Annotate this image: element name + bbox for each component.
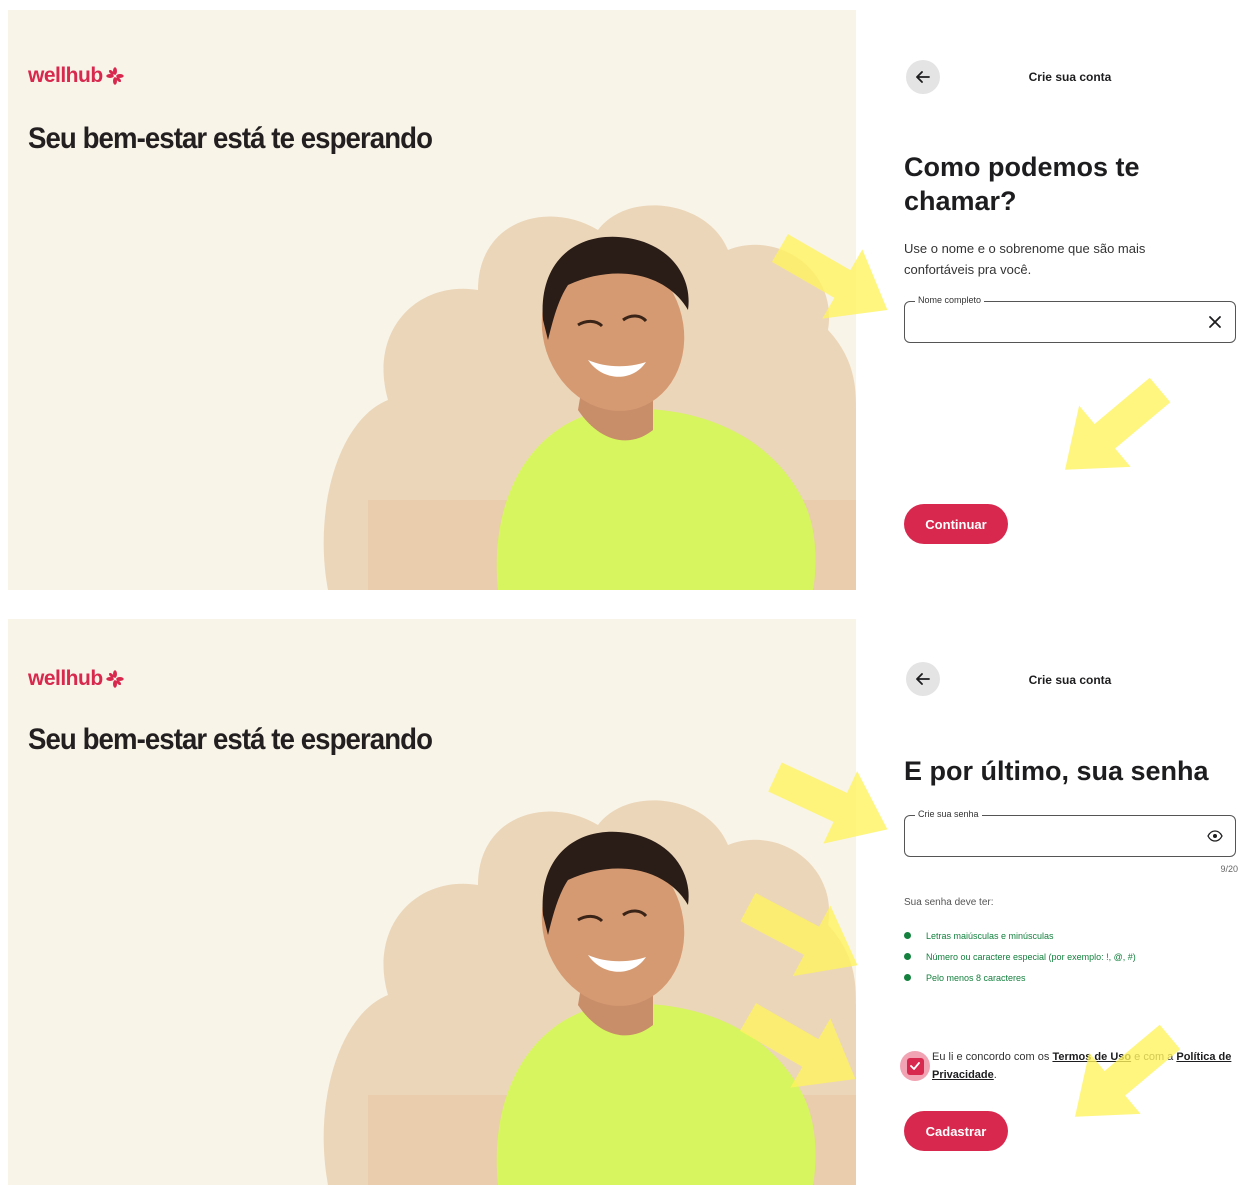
signup-step-name: wellhub Seu bem-estar está te esperando — [0, 0, 1238, 590]
brand-logo: wellhub — [28, 64, 124, 88]
signup-form-password: Crie sua conta E por último, sua senha C… — [880, 597, 1238, 1187]
form-header: Crie sua conta — [1028, 673, 1112, 687]
terms-of-use-link[interactable]: Termos de Uso — [1052, 1051, 1131, 1063]
check-dot-icon — [904, 953, 911, 960]
check-dot-icon — [904, 932, 911, 939]
eye-icon[interactable] — [1207, 828, 1223, 844]
brand-mark-icon — [105, 670, 124, 688]
brand-mark-icon — [105, 67, 124, 85]
arrow-left-icon — [916, 71, 930, 83]
back-button[interactable] — [906, 662, 940, 696]
form-header: Crie sua conta — [1028, 70, 1112, 84]
arrow-left-icon — [916, 673, 930, 685]
terms-checkbox[interactable] — [900, 1051, 930, 1081]
register-button[interactable]: Cadastrar — [904, 1111, 1008, 1151]
hero-photo — [323, 800, 856, 1185]
hero-photo — [323, 205, 856, 590]
password-field[interactable]: Crie sua senha — [904, 809, 1236, 857]
continue-button[interactable]: Continuar — [904, 504, 1008, 544]
brand-logo: wellhub — [28, 667, 124, 691]
hero-panel: wellhub Seu bem-estar está te esperando — [8, 10, 856, 590]
signup-form-name: Crie sua conta Como podemos te chamar? U… — [880, 0, 1238, 590]
back-button[interactable] — [906, 60, 940, 94]
full-name-field[interactable]: Nome completo — [904, 295, 1236, 343]
full-name-label: Nome completo — [915, 295, 985, 305]
close-icon[interactable] — [1207, 314, 1223, 330]
password-counter: 9/20 — [1220, 864, 1238, 874]
checkmark-icon — [910, 1062, 920, 1070]
step-heading: Como podemos te chamar? — [904, 152, 1140, 216]
terms-text: Eu li e concordo com os Termos de Uso e … — [932, 1051, 1232, 1081]
step-subtitle: Use o nome e o sobrenome que são mais co… — [904, 241, 1146, 277]
requirement-item: Pelo menos 8 caracteres — [904, 967, 1136, 988]
step-heading: E por último, sua senha — [904, 756, 1209, 786]
check-dot-icon — [904, 974, 911, 981]
requirement-item: Número ou caractere especial (por exempl… — [904, 946, 1136, 967]
requirements-title: Sua senha deve ter: — [904, 897, 994, 908]
password-label: Crie sua senha — [915, 809, 982, 819]
requirement-item: Letras maiúsculas e minúsculas — [904, 925, 1136, 946]
requirements-list: Letras maiúsculas e minúsculas Número ou… — [904, 925, 1136, 988]
signup-step-password: wellhub Seu bem-estar está te esperando — [0, 597, 1238, 1187]
hero-title: Seu bem-estar está te esperando — [28, 723, 433, 756]
hero-panel: wellhub Seu bem-estar está te esperando — [8, 619, 856, 1185]
hero-title: Seu bem-estar está te esperando — [28, 122, 433, 155]
